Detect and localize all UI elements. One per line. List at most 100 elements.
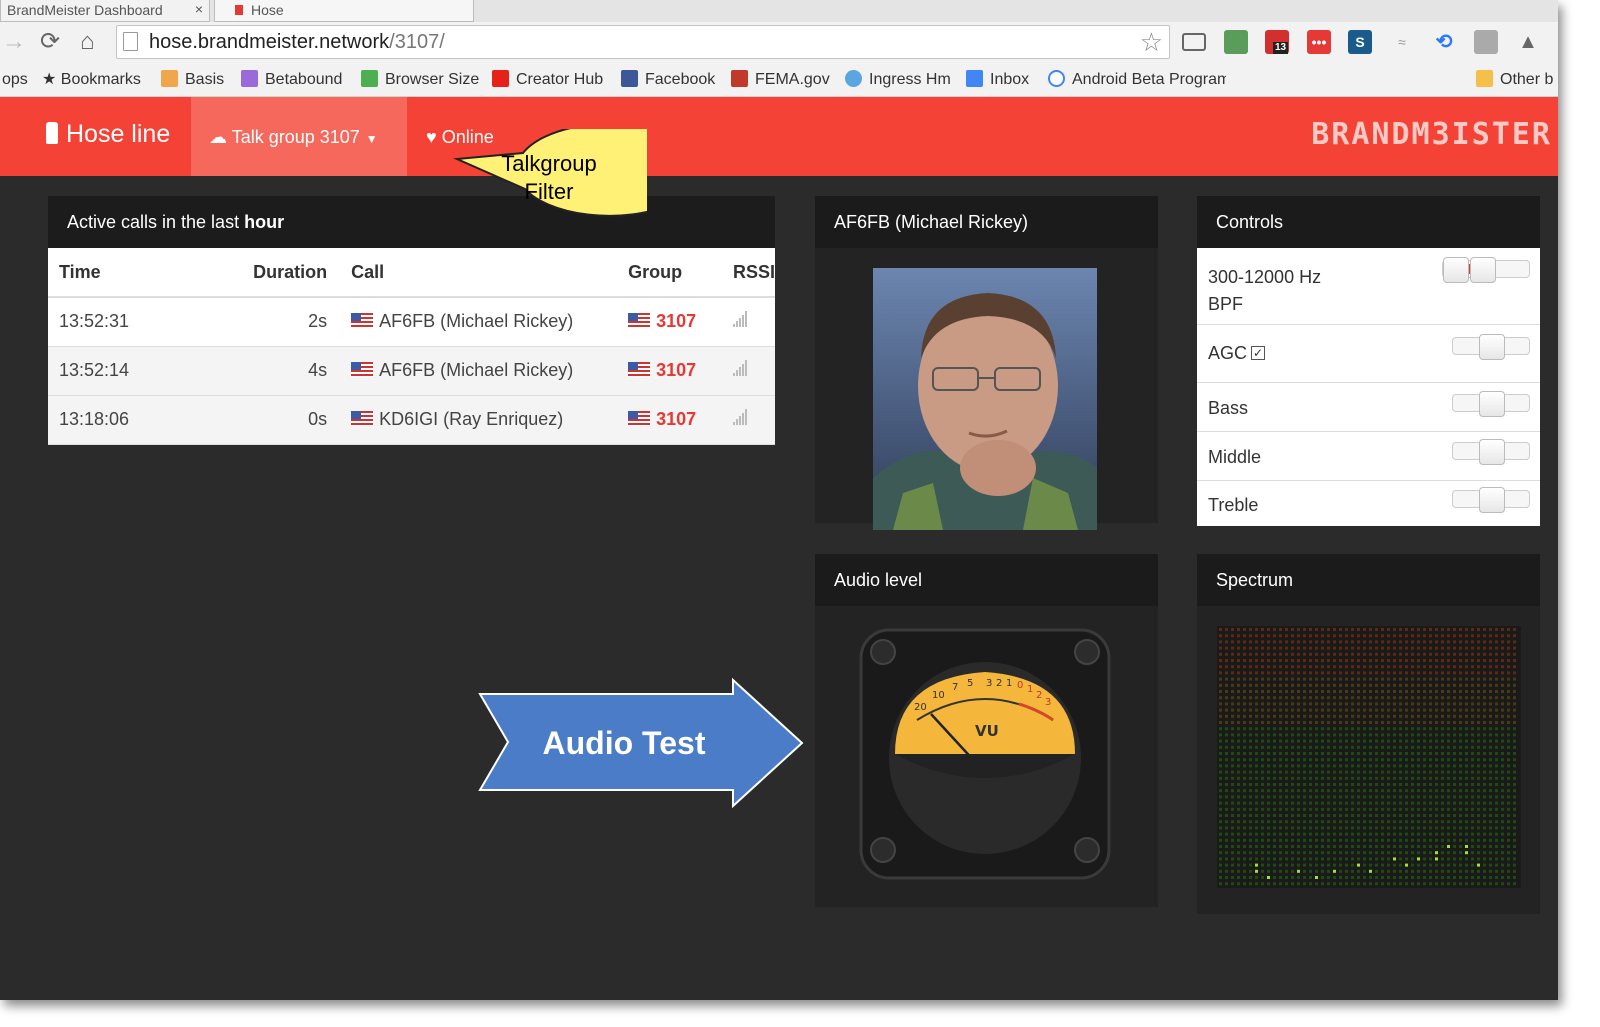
rssi-cell bbox=[732, 395, 775, 445]
bookmark-facebook[interactable]: Facebook bbox=[621, 69, 715, 91]
scale-label: 1 bbox=[1027, 684, 1033, 695]
slider-handle[interactable] bbox=[1470, 257, 1496, 283]
scale-label: 7 bbox=[952, 682, 958, 693]
call-cell[interactable]: AF6FB (Michael Rickey) bbox=[351, 346, 629, 396]
scale-label: 20 bbox=[914, 702, 927, 713]
control-label: Middle bbox=[1208, 447, 1262, 467]
group-cell[interactable]: 3107 bbox=[628, 346, 733, 396]
table-row[interactable]: 13:18:06 0s KD6IGI (Ray Enriquez) 3107 bbox=[48, 395, 775, 445]
control-label: Treble bbox=[1208, 495, 1259, 515]
group-cell[interactable]: 3107 bbox=[628, 395, 733, 445]
caret-down-icon: ▼ bbox=[365, 132, 378, 146]
spectrum-panel: Spectrum bbox=[1197, 554, 1540, 914]
tab-label: BrandMeister Dashboard bbox=[7, 2, 163, 18]
wifi-extension-icon[interactable]: ≈ bbox=[1390, 30, 1414, 54]
badge: 13 bbox=[1273, 42, 1289, 54]
talkgroup-filter-callout: Talkgroup Filter bbox=[453, 129, 647, 217]
s-extension-icon[interactable]: S bbox=[1348, 30, 1372, 54]
signal-icon bbox=[732, 311, 747, 328]
arrow-label: Audio Test bbox=[543, 725, 706, 761]
home-icon[interactable]: ⌂ bbox=[80, 28, 95, 56]
us-flag-icon bbox=[351, 313, 374, 329]
evernote-icon[interactable] bbox=[1224, 30, 1248, 54]
star-icon: ★ bbox=[42, 71, 61, 88]
slider-handle[interactable] bbox=[1479, 334, 1505, 360]
bpf-slider[interactable] bbox=[1442, 257, 1530, 283]
call-cell[interactable]: AF6FB (Michael Rickey) bbox=[351, 297, 629, 347]
duration-cell: 4s bbox=[157, 346, 352, 396]
duration-cell: 0s bbox=[157, 395, 352, 445]
tab-label: Hose bbox=[251, 2, 284, 18]
reload-icon[interactable]: ⟳ bbox=[40, 28, 60, 56]
basis-icon bbox=[161, 70, 178, 87]
controls-panel: Controls 300-12000 Hz BPF AGC ✓ Bass Midd… bbox=[1197, 196, 1540, 526]
scale-label: 3 bbox=[986, 678, 992, 689]
browser-toolbar: → ⟳ ⌂ hose.brandmeister.network/3107/ ☆ … bbox=[0, 22, 1558, 64]
brand-link[interactable]: Hose line bbox=[46, 120, 170, 149]
col-duration: Duration bbox=[157, 248, 352, 298]
forward-icon[interactable]: → bbox=[2, 28, 26, 56]
panel-title: Spectrum bbox=[1197, 554, 1540, 606]
slider-handle[interactable] bbox=[1479, 439, 1505, 465]
fema-icon bbox=[731, 70, 748, 87]
cast-icon[interactable] bbox=[1182, 33, 1206, 51]
bookmark-basis[interactable]: Basis bbox=[161, 69, 224, 91]
favicon-icon bbox=[235, 5, 243, 15]
col-call: Call bbox=[351, 248, 629, 298]
inbox-icon bbox=[966, 70, 983, 87]
us-flag-icon bbox=[351, 362, 374, 377]
sync-icon[interactable]: ⟲ bbox=[1432, 30, 1456, 54]
close-icon[interactable]: × bbox=[195, 1, 203, 17]
stack-icon[interactable] bbox=[1474, 30, 1498, 54]
browser-size-icon bbox=[361, 70, 378, 87]
browser-window: BrandMeister Dashboard × Hose → ⟳ ⌂ hose.… bbox=[0, 0, 1558, 1000]
todoist-icon[interactable]: 13 bbox=[1265, 30, 1289, 54]
col-group: Group bbox=[628, 248, 733, 298]
bookmark-fema[interactable]: FEMA.gov bbox=[731, 69, 830, 91]
table-row[interactable]: 13:52:14 4s AF6FB (Michael Rickey) 3107 bbox=[48, 346, 775, 396]
bookmark-inbox[interactable]: Inbox bbox=[966, 69, 1029, 91]
middle-slider[interactable] bbox=[1452, 439, 1530, 465]
bookmark-creator-hub[interactable]: Creator Hub bbox=[492, 69, 603, 91]
slider-handle[interactable] bbox=[1443, 257, 1469, 283]
treble-slider[interactable] bbox=[1452, 487, 1530, 513]
bookmark-ingress[interactable]: Ingress Hm bbox=[845, 69, 951, 91]
drive-icon[interactable]: ▲ bbox=[1516, 30, 1540, 54]
extinguisher-icon bbox=[46, 122, 58, 144]
slider-handle[interactable] bbox=[1479, 391, 1505, 417]
time-cell: 13:18:06 bbox=[48, 395, 158, 445]
lastpass-icon[interactable]: ••• bbox=[1307, 30, 1331, 54]
talkgroup-dropdown[interactable]: ☁ Talk group 3107 ▼ bbox=[191, 97, 407, 176]
bookmark-star-icon[interactable]: ☆ bbox=[1140, 27, 1163, 58]
address-bar[interactable]: hose.brandmeister.network/3107/ ☆ bbox=[116, 25, 1170, 59]
group-cell[interactable]: 3107 bbox=[628, 297, 733, 347]
us-flag-icon bbox=[628, 313, 651, 329]
slider-handle[interactable] bbox=[1479, 487, 1505, 513]
bookmark-other[interactable]: Other b bbox=[1476, 69, 1553, 91]
agc-checkbox[interactable]: ✓ bbox=[1251, 346, 1266, 360]
scale-label: 5 bbox=[967, 678, 973, 689]
bookmark-betabound[interactable]: Betabound bbox=[241, 69, 342, 91]
bookmark-android-beta[interactable]: Android Beta Program bbox=[1048, 69, 1226, 91]
agc-slider[interactable] bbox=[1452, 334, 1530, 360]
panel-title: AF6FB (Michael Rickey) bbox=[815, 196, 1158, 248]
tab-dashboard[interactable]: BrandMeister Dashboard × bbox=[0, 0, 210, 22]
col-rssi: RSSI bbox=[732, 248, 775, 298]
tab-hose[interactable]: Hose bbox=[214, 0, 474, 22]
bass-slider[interactable] bbox=[1452, 391, 1530, 417]
folder-icon bbox=[1476, 70, 1493, 87]
spectrum-display bbox=[1217, 626, 1521, 888]
call-cell[interactable]: KD6IGI (Ray Enriquez) bbox=[351, 395, 629, 445]
heartbeat-icon: ♥ bbox=[426, 127, 442, 147]
bookmark-bookmarks[interactable]: ★ Bookmarks bbox=[42, 69, 141, 91]
rssi-cell bbox=[732, 346, 775, 396]
callout-line: Filter bbox=[525, 179, 574, 204]
url-text: hose.brandmeister.network/3107/ bbox=[149, 31, 445, 53]
us-flag-icon bbox=[628, 362, 651, 377]
audio-level-panel: Audio level 20 10 7 5 3 2 1 0 1 2 3 VU bbox=[815, 554, 1158, 907]
bookmark-apps[interactable]: ops bbox=[2, 69, 28, 91]
table-row[interactable]: 13:52:31 2s AF6FB (Michael Rickey) 3107 bbox=[48, 297, 775, 347]
bpf-control: 300-12000 Hz BPF bbox=[1197, 248, 1540, 325]
bookmark-browser-size[interactable]: Browser Size bbox=[361, 69, 479, 91]
panel-title: Active calls in the last hour bbox=[48, 196, 775, 248]
